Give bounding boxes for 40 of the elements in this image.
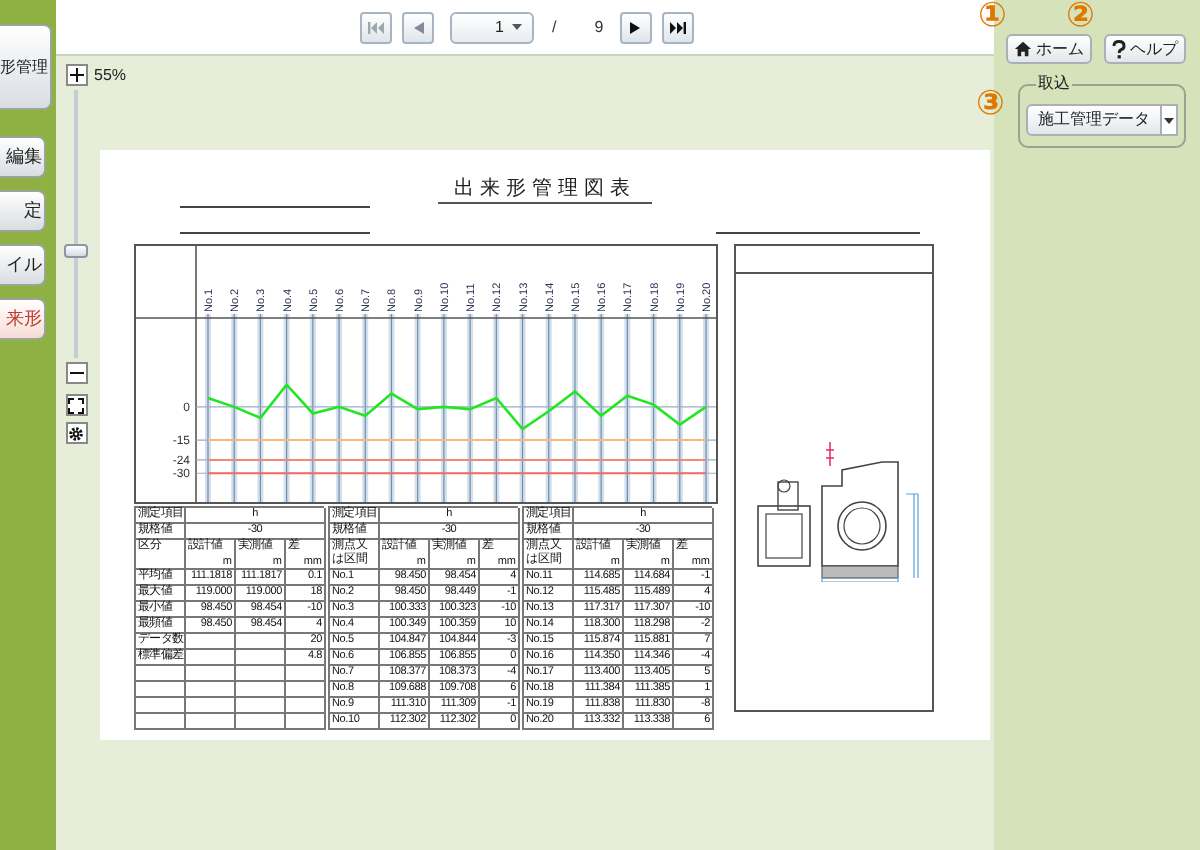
previous-icon bbox=[413, 21, 423, 33]
page-number: 1 bbox=[495, 15, 504, 39]
zoom-percent: 55% bbox=[94, 66, 129, 86]
home-icon bbox=[1014, 40, 1032, 58]
minus-icon bbox=[69, 366, 83, 380]
page-separator: / bbox=[552, 15, 557, 39]
last-page-icon bbox=[669, 21, 686, 33]
group-legend: 取込 bbox=[1036, 74, 1072, 94]
zoom-out-button[interactable] bbox=[65, 362, 87, 384]
page-select[interactable]: 1 bbox=[450, 11, 534, 43]
sidebar-item[interactable]: 形管理 bbox=[0, 24, 52, 110]
caret-icon bbox=[1164, 117, 1174, 123]
document-title: 出来形管理図表 bbox=[438, 178, 652, 204]
sidebar-item[interactable]: 定 bbox=[0, 190, 46, 232]
expand-icon bbox=[68, 397, 84, 413]
home-button[interactable]: ホーム bbox=[1006, 34, 1092, 64]
help-icon bbox=[1112, 39, 1126, 59]
sidebar-item[interactable]: 編集 bbox=[0, 136, 46, 178]
first-page-icon bbox=[368, 21, 384, 33]
sidebar-item[interactable]: イル bbox=[0, 244, 46, 286]
caret-icon bbox=[512, 24, 522, 30]
last-page-button[interactable] bbox=[661, 11, 694, 43]
fit-page-button[interactable] bbox=[65, 394, 87, 416]
next-page-button[interactable] bbox=[619, 11, 652, 43]
zoom-in-button[interactable] bbox=[65, 64, 87, 86]
callout-number: ② bbox=[1066, 0, 1095, 34]
sidebar-item[interactable]: 来形 bbox=[0, 298, 46, 340]
next-icon bbox=[630, 21, 641, 33]
settings-icon bbox=[68, 425, 84, 441]
slider-thumb[interactable] bbox=[64, 244, 88, 259]
page-total: 9 bbox=[594, 15, 604, 39]
help-button[interactable]: ヘルプ bbox=[1104, 34, 1186, 64]
zoom-slider[interactable] bbox=[64, 90, 88, 358]
plus-icon bbox=[69, 68, 83, 82]
callout-number: ③ bbox=[976, 88, 1005, 122]
settings-button[interactable] bbox=[65, 422, 87, 444]
data-source-select[interactable]: 施工管理データ bbox=[1026, 104, 1162, 136]
callout-number: ① bbox=[978, 0, 1007, 34]
dropdown-button[interactable] bbox=[1162, 104, 1178, 136]
previous-page-button[interactable] bbox=[402, 11, 434, 43]
